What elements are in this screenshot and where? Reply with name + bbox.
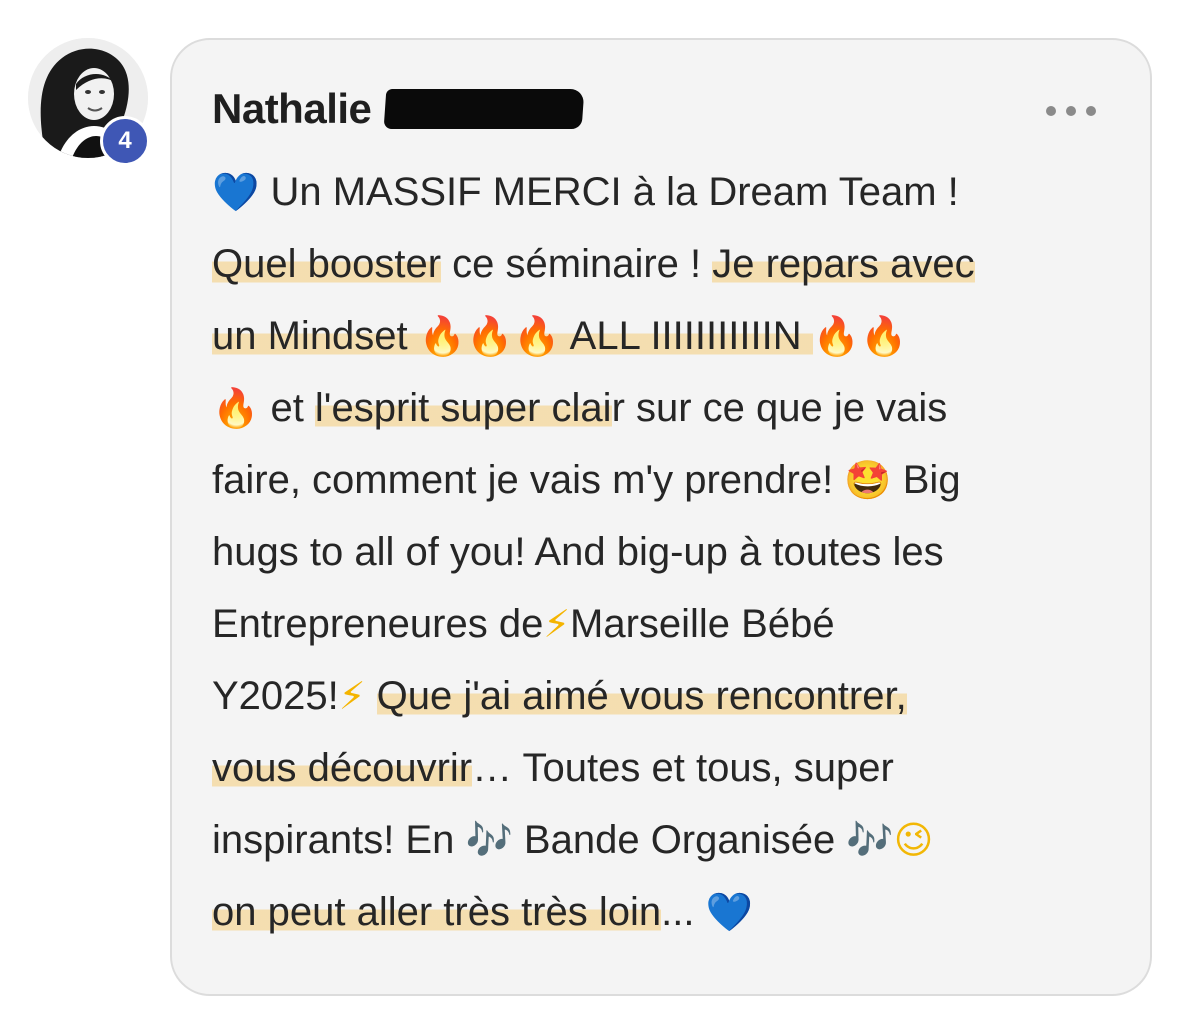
more-horizontal-icon xyxy=(1066,106,1076,116)
lightning-icon: ⚡ xyxy=(338,674,366,718)
text-segment: ce séminaire ! xyxy=(441,242,713,286)
author-row: Nathalie xyxy=(212,84,585,134)
text-segment: inspirants! En xyxy=(212,818,466,862)
more-options-button[interactable] xyxy=(1046,96,1096,126)
text-segment xyxy=(365,674,376,718)
text-line: 💙 Un MASSIF MERCI à la Dream Team ! xyxy=(212,156,1132,228)
text-segment: Entrepreneures de xyxy=(212,602,544,646)
redacted-surname xyxy=(383,89,585,129)
text-segment: ... xyxy=(661,890,706,934)
fire-icon: 🔥 xyxy=(212,386,260,430)
music-notes-icon: 🎶 xyxy=(846,818,894,862)
highlighted-text: l'esprit super clai xyxy=(314,386,612,430)
text-segment: Marseille Bébé xyxy=(570,602,835,646)
highlighted-text: vous découvrir xyxy=(212,746,473,790)
text-line: un Mindset 🔥🔥🔥 ALL IIIIIIIIIIIN 🔥🔥 xyxy=(212,300,1132,372)
more-horizontal-icon xyxy=(1086,106,1096,116)
text-line: Quel booster ce séminaire ! Je repars av… xyxy=(212,228,1132,300)
author-name[interactable]: Nathalie xyxy=(212,85,372,133)
wink-face-icon: 😉 xyxy=(893,818,934,862)
highlighted-text: Je repars avec xyxy=(712,242,975,286)
highlighted-text: Quel booster xyxy=(212,242,442,286)
blue-heart-icon: 💙 xyxy=(212,170,260,214)
text-line: Y2025!⚡ Que j'ai aimé vous rencontrer, xyxy=(212,660,1132,732)
text-segment: Y2025! xyxy=(212,674,339,718)
text-line: Entrepreneures de⚡Marseille Bébé xyxy=(212,588,1132,660)
text-segment: Un MASSIF MERCI à la Dream Team ! xyxy=(259,170,959,214)
text-segment: et xyxy=(259,386,315,430)
lightning-icon: ⚡ xyxy=(543,602,571,646)
level-badge: 4 xyxy=(100,116,150,166)
text-segment: ALL IIIIIIIIIIIN xyxy=(560,314,813,358)
text-line: 🔥 et l'esprit super clair sur ce que je … xyxy=(212,372,1132,444)
comment-bubble: Nathalie 💙 Un MASSIF MERCI à la Dream Te… xyxy=(170,38,1152,996)
music-notes-icon: 🎶 xyxy=(465,818,513,862)
text-line: on peut aller très très loin... 💙 xyxy=(212,876,1132,948)
comment-view: 4 Nathalie 💙 Un MASSIF MERCI à la Dream … xyxy=(0,0,1178,1027)
text-line: vous découvrir… Toutes et tous, super xyxy=(212,732,1132,804)
text-line: inspirants! En 🎶 Bande Organisée 🎶😉 xyxy=(212,804,1132,876)
blue-heart-icon: 💙 xyxy=(705,890,753,934)
text-line: hugs to all of you! And big-up à toutes … xyxy=(212,516,1132,588)
text-segment: un Mindset xyxy=(212,314,419,358)
text-segment: hugs to all of you! And big-up à toutes … xyxy=(212,530,944,574)
text-segment: faire, comment je vais m'y prendre! xyxy=(212,458,845,502)
text-segment: … Toutes et tous, super xyxy=(472,746,894,790)
text-segment: r sur ce que je vais xyxy=(611,386,948,430)
fire-icon: 🔥🔥 xyxy=(812,314,908,358)
highlighted-text: Que j'ai aimé vous rencontrer, xyxy=(376,674,907,718)
highlighted-text: un Mindset 🔥🔥🔥 ALL IIIIIIIIIIIN xyxy=(212,314,813,358)
highlighted-text: on peut aller très très loin xyxy=(212,890,662,934)
more-horizontal-icon xyxy=(1046,106,1056,116)
fire-icon: 🔥🔥🔥 xyxy=(418,314,561,358)
comment-text: 💙 Un MASSIF MERCI à la Dream Team ! Quel… xyxy=(212,156,1132,948)
text-segment: Big xyxy=(891,458,961,502)
text-segment: Bande Organisée xyxy=(512,818,847,862)
star-struck-icon: 🤩 xyxy=(844,458,892,502)
text-line: faire, comment je vais m'y prendre! 🤩 Bi… xyxy=(212,444,1132,516)
